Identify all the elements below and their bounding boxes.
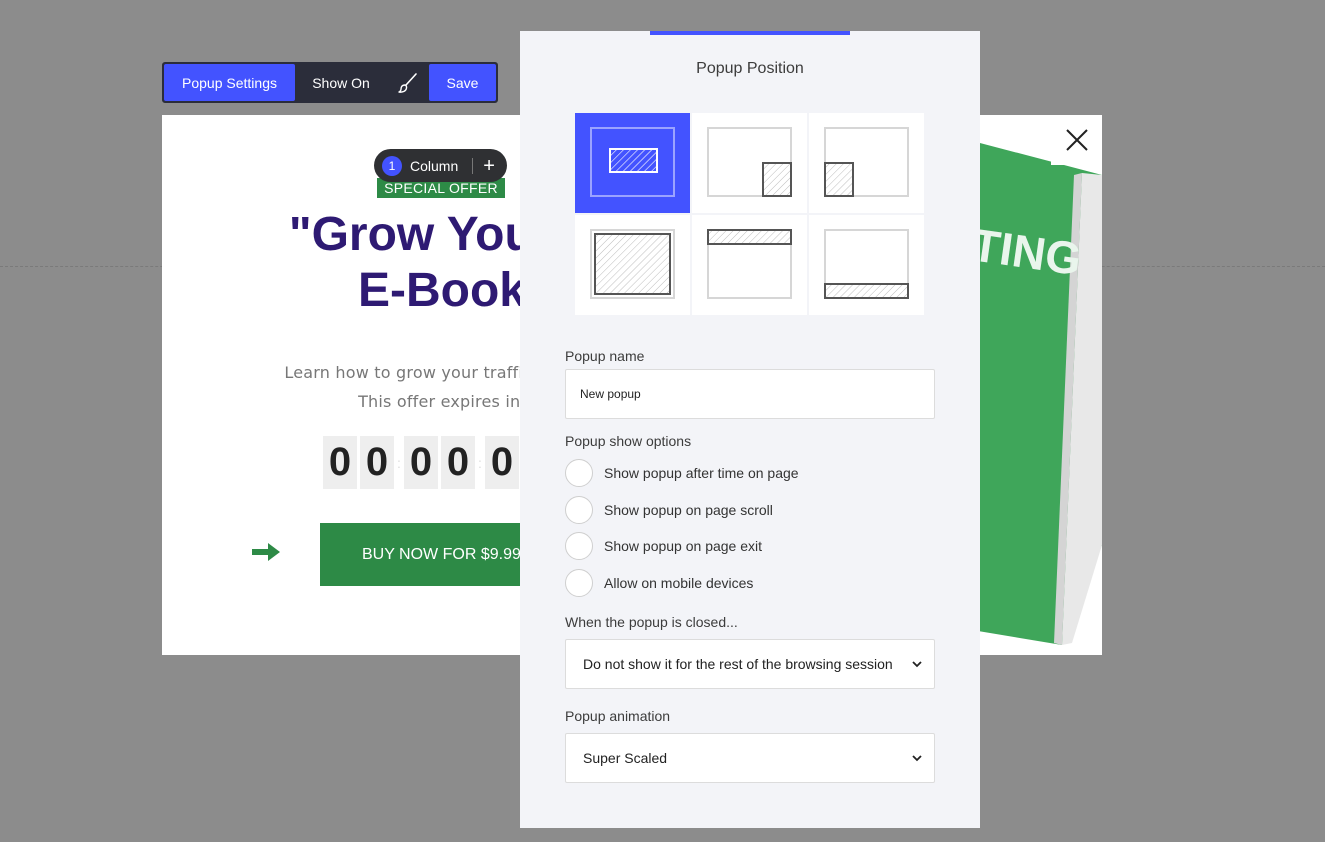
timer-digit: 0	[404, 436, 438, 489]
timer-digit: 0	[485, 436, 519, 489]
column-label: Column	[410, 157, 459, 174]
close-popup-button[interactable]	[1051, 115, 1102, 165]
center-position-icon	[590, 127, 675, 197]
bottom-bar-position-icon	[824, 229, 909, 299]
closed-behavior-value: Do not show it for the rest of the brows…	[583, 656, 893, 672]
show-option-exit[interactable]: Show popup on page exit	[565, 532, 762, 560]
radio-button[interactable]	[565, 532, 593, 560]
timer-digit: 0	[323, 436, 357, 489]
style-brush-button[interactable]	[387, 64, 429, 101]
position-center[interactable]	[575, 113, 690, 213]
add-column-icon[interactable]: +	[483, 156, 495, 176]
timer-digit: 0	[441, 436, 475, 489]
position-picker	[575, 113, 924, 316]
radio-button[interactable]	[565, 496, 593, 524]
position-bottom-left[interactable]	[809, 113, 924, 213]
show-option-mobile[interactable]: Allow on mobile devices	[565, 569, 753, 597]
timer-separator: :	[478, 454, 482, 471]
show-option-label: Show popup on page exit	[604, 538, 763, 554]
closed-behavior-label: When the popup is closed...	[565, 614, 738, 630]
radio-button[interactable]	[565, 569, 593, 597]
radio-button[interactable]	[565, 459, 593, 487]
popup-settings-button[interactable]: Popup Settings	[164, 64, 295, 101]
timer-separator: :	[397, 454, 401, 471]
close-icon	[1065, 129, 1088, 151]
panel-title: Popup Position	[696, 60, 804, 77]
show-option-label: Show popup on page scroll	[604, 502, 773, 518]
show-option-scroll[interactable]: Show popup on page scroll	[565, 496, 773, 524]
show-option-time[interactable]: Show popup after time on page	[565, 459, 799, 487]
bottom-left-position-icon	[824, 127, 909, 197]
chevron-down-icon	[912, 661, 922, 668]
position-top-bar[interactable]	[692, 215, 807, 315]
show-options-label: Popup show options	[565, 433, 692, 449]
popup-name-input[interactable]: New popup	[565, 369, 935, 419]
animation-label: Popup animation	[565, 708, 671, 724]
paintbrush-icon	[398, 72, 417, 93]
column-divider	[472, 157, 474, 174]
position-fullscreen[interactable]	[575, 215, 690, 315]
bottom-right-position-icon	[707, 127, 792, 197]
chevron-down-icon	[912, 755, 922, 762]
popup-settings-panel: Popup Position Popup name New popup Popu…	[520, 31, 980, 828]
show-option-label: Allow on mobile devices	[604, 575, 754, 591]
popup-toolbar: Popup Settings Show On Save	[162, 62, 498, 103]
top-bar-position-icon	[707, 229, 792, 299]
panel-accent-bar	[650, 31, 850, 35]
show-on-button[interactable]: Show On	[295, 64, 387, 101]
timer-digit: 0	[360, 436, 394, 489]
closed-behavior-select[interactable]: Do not show it for the rest of the brows…	[565, 639, 935, 689]
position-bottom-right[interactable]	[692, 113, 807, 213]
popup-name-label: Popup name	[565, 348, 645, 364]
countdown-timer: 0 0 : 0 0 : 0	[323, 436, 522, 489]
animation-select[interactable]: Super Scaled	[565, 733, 935, 783]
fullscreen-position-icon	[590, 229, 675, 299]
column-count: 1	[382, 155, 402, 176]
save-button[interactable]: Save	[429, 64, 496, 101]
animation-value: Super Scaled	[583, 750, 668, 766]
position-bottom-bar[interactable]	[809, 215, 924, 315]
show-option-label: Show popup after time on page	[604, 465, 799, 481]
column-badge[interactable]: 1 Column +	[374, 149, 507, 182]
arrow-right-icon	[252, 543, 280, 561]
